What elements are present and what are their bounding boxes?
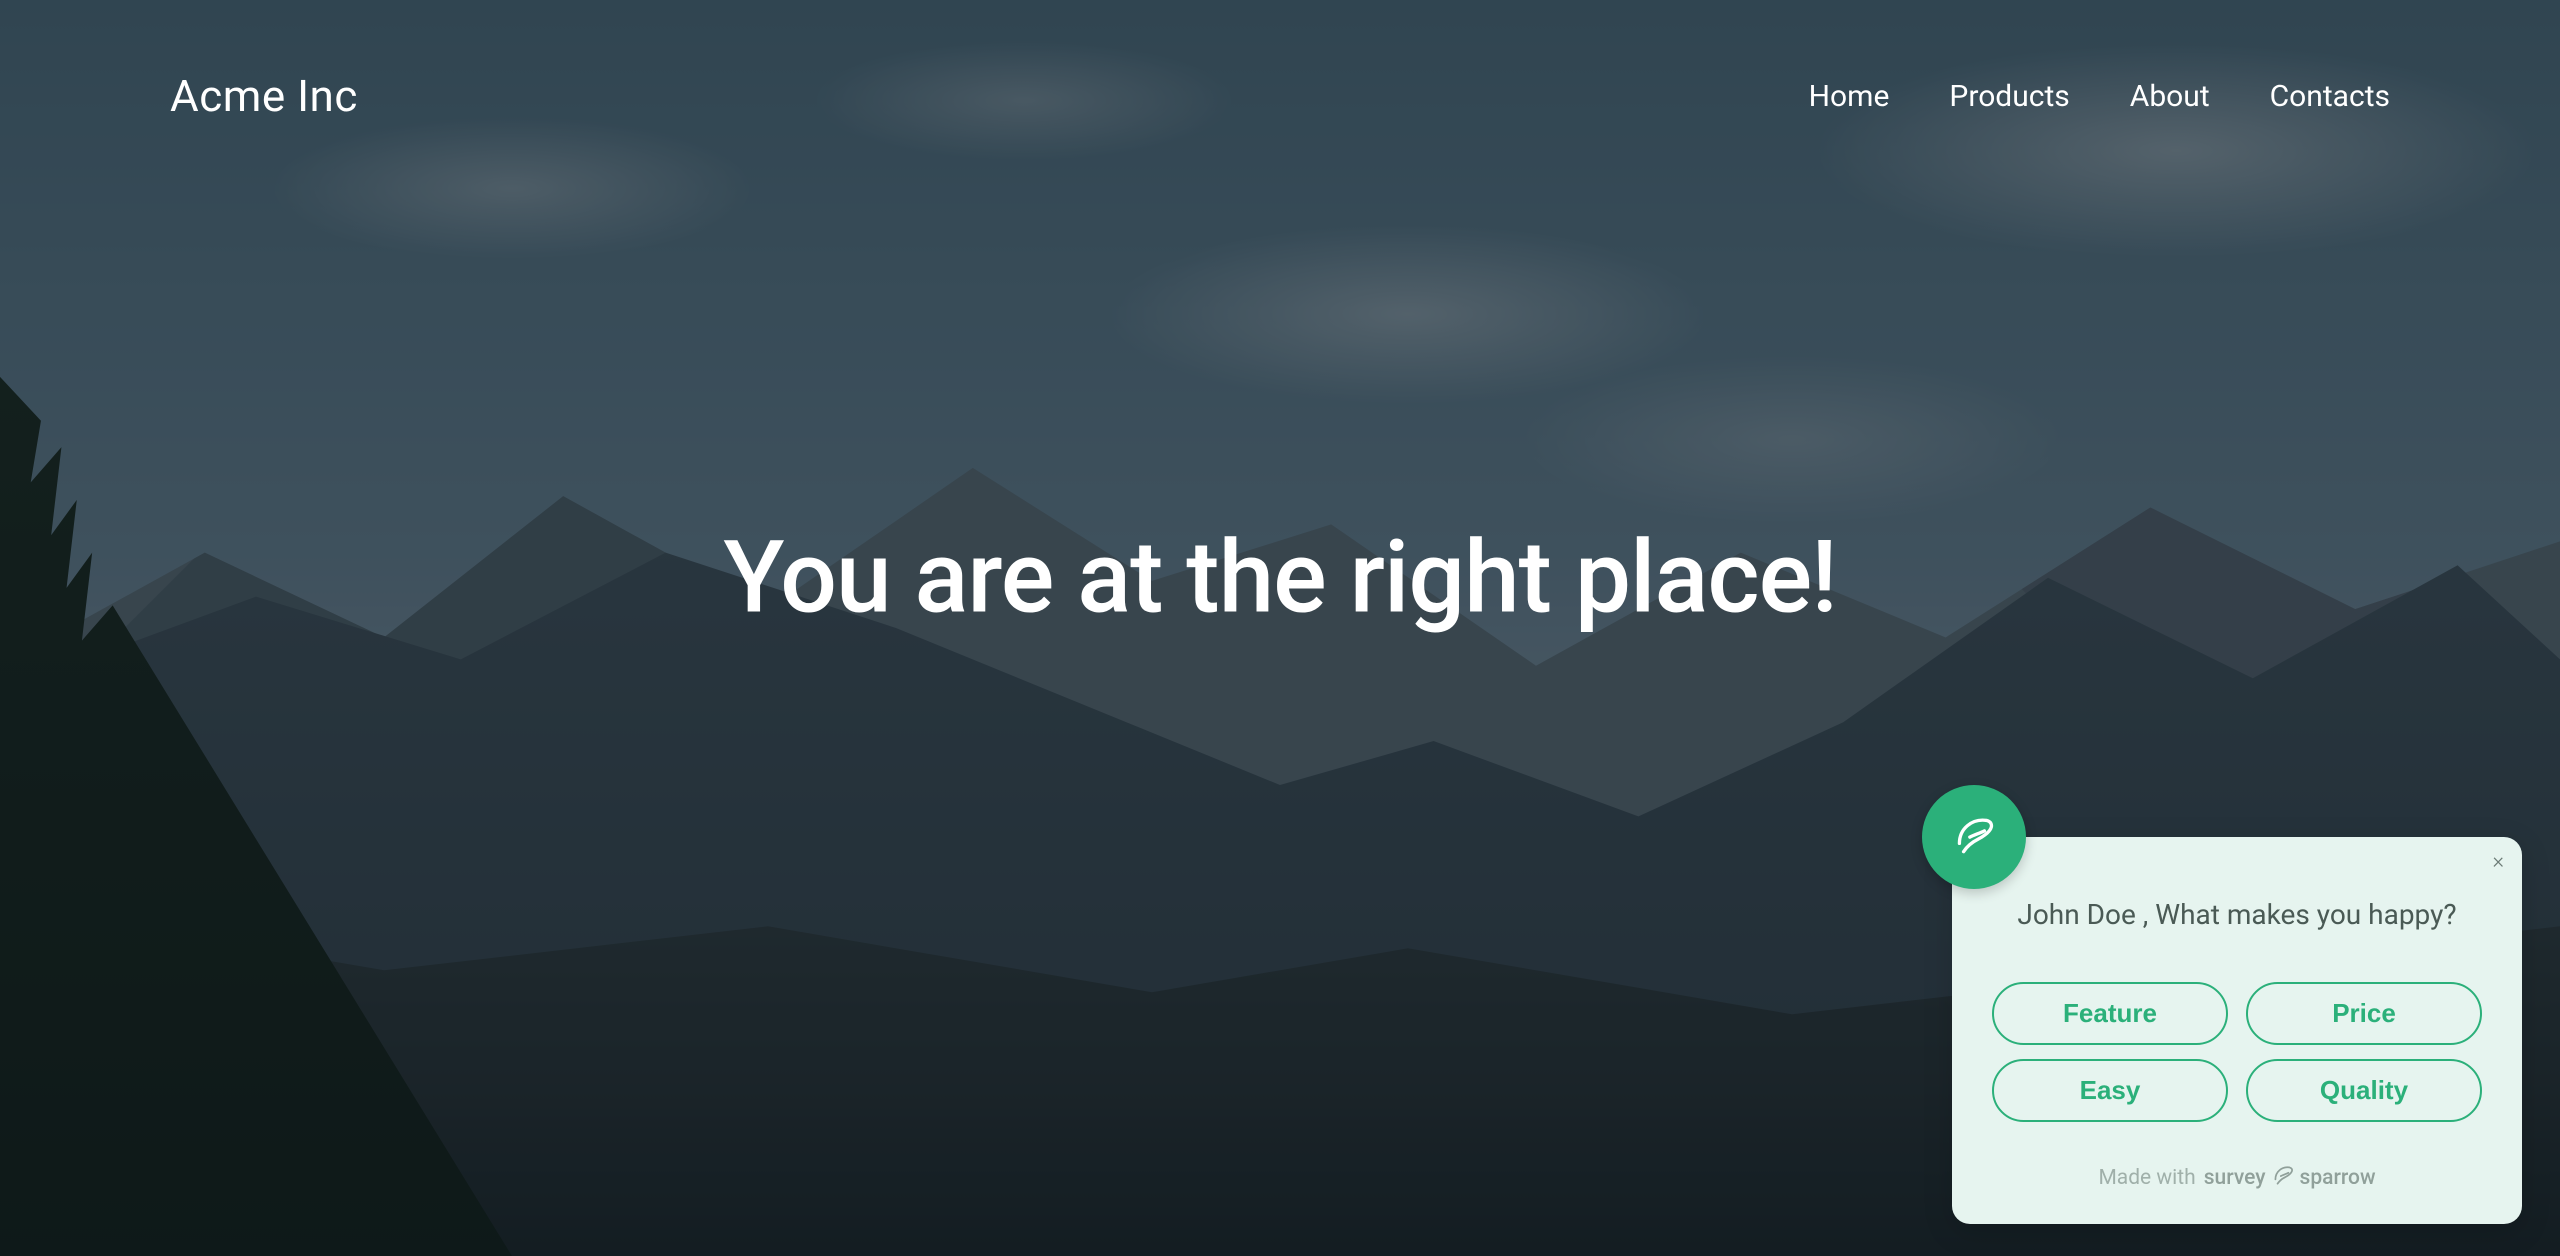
nav-link-home[interactable]: Home xyxy=(1809,79,1890,114)
survey-widget: × John Doe , What makes you happy? Featu… xyxy=(1952,837,2522,1224)
survey-question: John Doe , What makes you happy? xyxy=(1992,895,2482,934)
survey-options: Feature Price Easy Quality xyxy=(1992,982,2482,1122)
site-header: Acme Inc Home Products About Contacts xyxy=(0,0,2560,192)
nav-link-products[interactable]: Products xyxy=(1949,79,2069,114)
survey-option-quality[interactable]: Quality xyxy=(2246,1059,2482,1122)
hero-section: Acme Inc Home Products About Contacts Yo… xyxy=(0,0,2560,1256)
surveysparrow-brand-right: sparrow xyxy=(2300,1166,2376,1190)
surveysparrow-brand-left: survey xyxy=(2204,1166,2266,1190)
survey-option-price[interactable]: Price xyxy=(2246,982,2482,1045)
main-nav: Home Products About Contacts xyxy=(1809,79,2390,114)
survey-option-feature[interactable]: Feature xyxy=(1992,982,2228,1045)
close-button[interactable]: × xyxy=(2492,851,2504,873)
brand-logo[interactable]: Acme Inc xyxy=(170,70,358,122)
survey-footer-prefix: Made with xyxy=(2098,1166,2195,1190)
hero-title: You are at the right place! xyxy=(723,519,1836,636)
nav-link-about[interactable]: About xyxy=(2130,79,2210,114)
nav-link-contacts[interactable]: Contacts xyxy=(2270,79,2390,114)
survey-avatar xyxy=(1922,785,2026,889)
close-icon: × xyxy=(2492,849,2504,874)
survey-footer: Made with survey sparrow xyxy=(1992,1162,2482,1194)
sparrow-icon xyxy=(1949,810,1999,864)
survey-option-easy[interactable]: Easy xyxy=(1992,1059,2228,1122)
surveysparrow-brand-link[interactable]: survey sparrow xyxy=(2204,1162,2376,1194)
sparrow-small-icon xyxy=(2270,1162,2296,1194)
